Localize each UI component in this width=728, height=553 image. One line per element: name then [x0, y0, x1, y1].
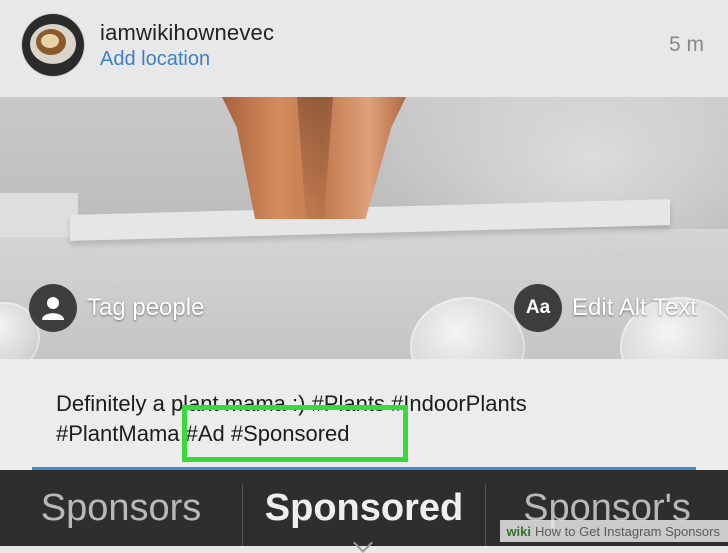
person-icon [29, 284, 77, 332]
watermark-text: How to Get Instagram Sponsors [535, 523, 720, 539]
wikihow-watermark: wiki How to Get Instagram Sponsors [500, 520, 728, 542]
wikihow-logo: wiki [506, 523, 532, 539]
shelf-bracket [0, 193, 78, 237]
edit-alt-text-button[interactable]: Aa Edit Alt Text [514, 284, 697, 332]
text-aa-icon: Aa [514, 284, 562, 332]
suggestion-sponsors[interactable]: Sponsors [0, 470, 242, 546]
add-location-link[interactable]: Add location [100, 48, 210, 71]
highlight-box [182, 405, 408, 462]
post-photo: Tag people Aa Edit Alt Text [0, 97, 728, 359]
post-timestamp: 5 m [668, 33, 704, 56]
username[interactable]: iamwikihownevec [100, 20, 274, 46]
avatar[interactable] [22, 14, 84, 76]
edit-alt-text-label: Edit Alt Text [572, 294, 697, 321]
post-header: iamwikihownevec Add location 5 m [0, 0, 728, 97]
latte-art [41, 34, 59, 48]
tag-people-label: Tag people [87, 294, 205, 321]
tag-people-button[interactable]: Tag people [29, 284, 204, 332]
